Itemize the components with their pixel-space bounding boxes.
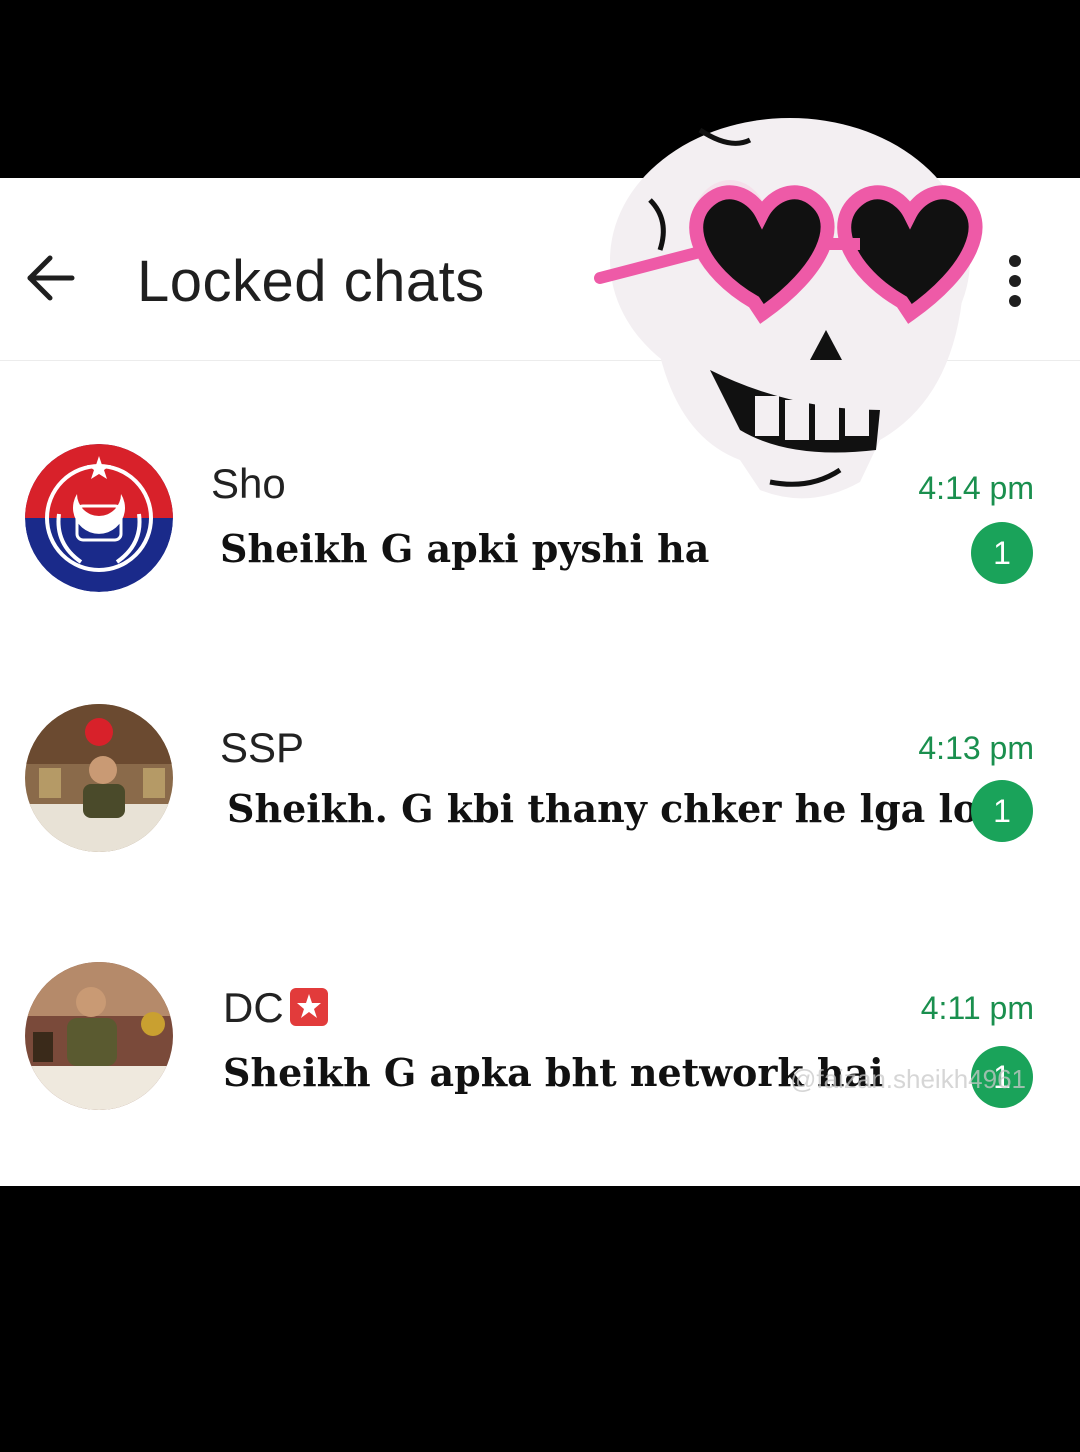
avatar-ssp (25, 704, 173, 852)
chat-time: 4:11 pm (920, 990, 1034, 1026)
chat-last-message: Sheikh G apki pyshi ha (220, 526, 710, 571)
watermark: @faizan.sheikh4961 (790, 1064, 1026, 1094)
chat-row-ssp[interactable]: SSP Sheikh. G kbi thany chker he lga lo … (0, 700, 1080, 900)
skull-heart-glasses-sticker (590, 110, 990, 510)
page-title: Locked chats (137, 249, 485, 314)
chat-row-dc[interactable]: DC Sheikh G apka bht network hai 4:11 pm… (0, 960, 1080, 1160)
back-arrow-icon (27, 255, 75, 301)
chat-last-message: Sheikh G apka bht network hai (223, 1050, 884, 1095)
avatar-sho (25, 444, 173, 592)
video-frame: Locked chats Sho Sheikh G apki pyshi ha … (0, 0, 1080, 1452)
back-button[interactable] (14, 242, 86, 314)
more-options-button[interactable] (990, 246, 1040, 316)
chat-name: DC (223, 984, 328, 1032)
chat-time: 4:13 pm (918, 730, 1034, 766)
unread-badge: 1 (971, 780, 1033, 842)
chat-name-text: DC (223, 984, 284, 1031)
chat-name: SSP (220, 724, 305, 771)
chat-last-message: Sheikh. G kbi thany chker he lga lo (227, 786, 979, 831)
unread-badge: 1 (971, 522, 1033, 584)
emoji-icon (289, 988, 328, 1026)
chat-name: Sho (211, 460, 286, 507)
more-vertical-icon (1009, 255, 1021, 307)
avatar-dc (25, 962, 173, 1110)
